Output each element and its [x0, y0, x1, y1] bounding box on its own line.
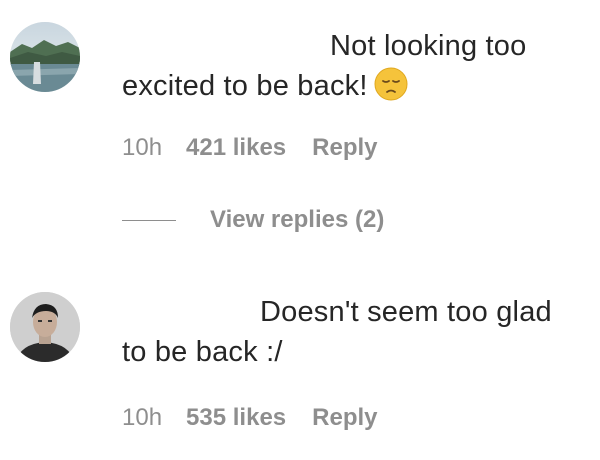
- avatar-person-image: [10, 292, 80, 362]
- comment-meta: 10h 535 likes Reply: [122, 404, 378, 432]
- comment-text-line: excited to be back!: [122, 66, 526, 106]
- reply-button[interactable]: Reply: [312, 404, 377, 432]
- avatar-landscape-image: [10, 22, 80, 92]
- avatar[interactable]: [10, 22, 80, 92]
- pensive-face-icon: [374, 67, 408, 101]
- comment-text-segment: excited to be back!: [122, 70, 368, 102]
- comment-time: 10h: [122, 404, 163, 431]
- comment-text: Not looking too excited to be back!: [122, 26, 526, 106]
- comment-text: Doesn't seem too glad to be back :/: [122, 292, 552, 372]
- likes-count[interactable]: 421 likes: [186, 134, 286, 162]
- avatar[interactable]: [10, 292, 80, 362]
- reply-button[interactable]: Reply: [312, 134, 377, 162]
- view-replies-label: View replies (2): [210, 206, 385, 233]
- comment-time: 10h: [122, 134, 163, 161]
- view-replies-button[interactable]: View replies (2): [122, 206, 384, 234]
- comment-text-line: Not looking too: [330, 30, 527, 62]
- comment-text-line: to be back :/: [122, 336, 283, 368]
- comment-meta: 10h 421 likes Reply: [122, 134, 378, 162]
- divider-line: [122, 219, 176, 221]
- likes-count[interactable]: 535 likes: [186, 404, 286, 432]
- comment-text-line: Doesn't seem too glad: [260, 296, 552, 328]
